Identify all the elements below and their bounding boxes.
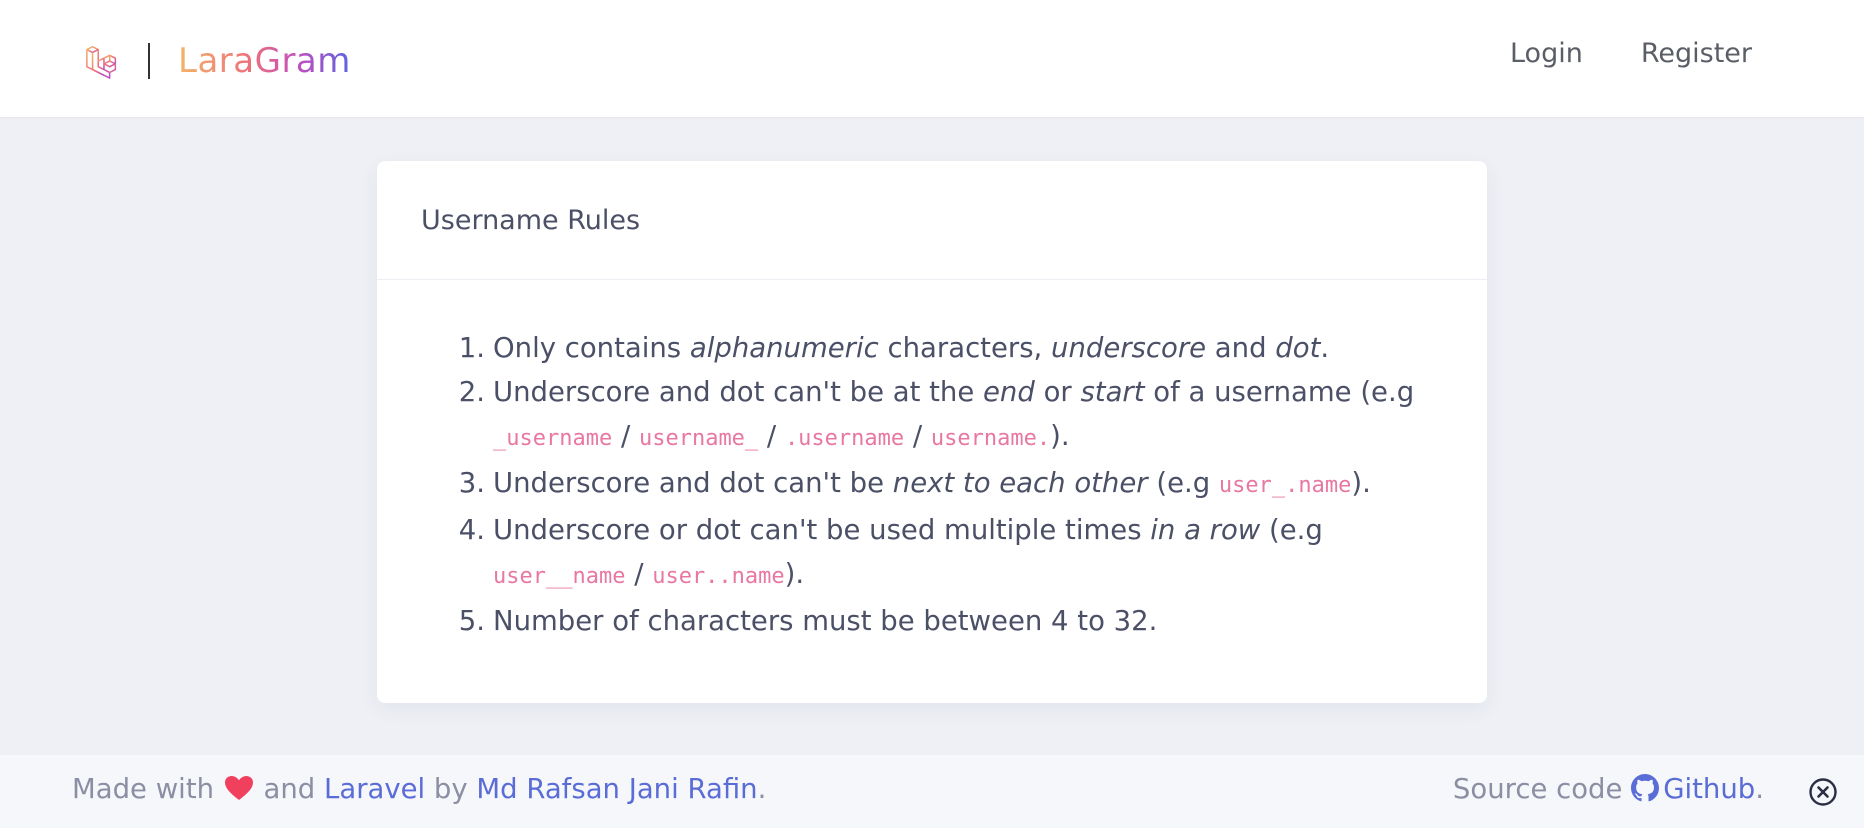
footer-text: . — [1755, 773, 1764, 805]
author-link[interactable]: Md Rafsan Jani Rafin — [476, 773, 757, 805]
footer-text: and — [254, 773, 325, 805]
rule-text: characters, — [878, 332, 1052, 364]
rule-text: and — [1206, 332, 1276, 364]
rule-item: 4. Underscore or dot can't be used multip… — [459, 508, 1433, 599]
rule-number: 4. — [458, 514, 485, 546]
footer-bar: Made with and Laravel by Md Rafsan Jani … — [0, 755, 1864, 828]
rule-emphasis: underscore — [1051, 332, 1207, 364]
card-header: Username Rules — [377, 161, 1487, 280]
rule-text: (e.g — [1147, 467, 1219, 499]
rule-separator: / — [625, 558, 653, 590]
rule-code-example: username. — [930, 426, 1051, 451]
rule-code-example: user_.name — [1218, 473, 1352, 498]
rule-code-example: _username — [493, 426, 613, 451]
github-link-label: Github — [1663, 773, 1756, 805]
rule-number: 3. — [458, 467, 485, 499]
rule-text: Underscore or dot can't be used multiple… — [493, 514, 1151, 546]
close-circle-icon[interactable] — [1808, 777, 1838, 807]
navbar: LaraGram Login Register — [0, 0, 1864, 117]
username-rules-card: Username Rules 1. Only contains alphanume… — [377, 161, 1487, 703]
rule-text: Number of characters must be between 4 t… — [493, 605, 1158, 637]
card-title: Username Rules — [421, 204, 641, 236]
rule-text: Only contains — [493, 332, 690, 364]
rule-emphasis: in a row — [1150, 514, 1261, 546]
rule-item: 1. Only contains alphanumeric characters,… — [459, 326, 1433, 370]
footer-source: Source code Github. — [1453, 773, 1764, 805]
github-icon — [1631, 774, 1660, 802]
rule-text: or — [1034, 376, 1081, 408]
brand-name: LaraGram — [178, 41, 351, 81]
rule-separator: / — [758, 420, 785, 452]
rule-emphasis: next to each other — [892, 467, 1148, 499]
rule-code-example: user..name — [652, 564, 785, 589]
rule-item: 5. Number of characters must be between 4… — [459, 599, 1433, 643]
rule-separator: / — [904, 420, 931, 452]
register-link[interactable]: Register — [1641, 38, 1752, 69]
nav-links: Login Register — [1510, 38, 1752, 69]
rules-list: 1. Only contains alphanumeric characters,… — [459, 326, 1433, 643]
rule-item: 2. Underscore and dot can't be at the end… — [459, 370, 1433, 461]
footer-text: Made with — [72, 773, 223, 805]
heart-icon — [224, 776, 253, 800]
login-link[interactable]: Login — [1510, 38, 1583, 69]
rule-text: . — [1320, 332, 1330, 364]
rule-text: Underscore and dot can't be — [493, 467, 893, 499]
rule-code-example: .username — [784, 426, 905, 451]
github-link[interactable]: Github — [1631, 773, 1755, 805]
rule-text: ). — [1351, 467, 1371, 499]
rule-emphasis: end — [983, 376, 1035, 408]
footer-text: Source code — [1452, 773, 1632, 805]
rule-number: 1. — [458, 332, 485, 364]
laravel-link[interactable]: Laravel — [324, 773, 425, 805]
footer-text: by — [425, 773, 477, 805]
rule-number: 2. — [458, 376, 485, 408]
rule-emphasis: alphanumeric — [689, 332, 879, 364]
rule-emphasis: dot — [1275, 332, 1321, 364]
rule-item: 3. Underscore and dot can't be next to ea… — [459, 461, 1433, 508]
footer-credits: Made with and Laravel by Md Rafsan Jani … — [72, 773, 766, 805]
footer-text: . — [757, 773, 767, 805]
rule-text: Underscore and dot can't be at the — [493, 376, 984, 408]
rule-text: ). — [784, 558, 805, 590]
rule-text: (e.g — [1260, 514, 1323, 546]
rule-code-example: user__name — [493, 564, 626, 589]
brand-divider — [148, 43, 150, 79]
rule-code-example: username_ — [638, 426, 759, 451]
laravel-logo-icon — [86, 45, 117, 79]
rule-text: of a username (e.g — [1144, 376, 1415, 408]
rule-emphasis: start — [1080, 376, 1145, 408]
brand-link[interactable]: LaraGram — [84, 38, 351, 84]
rule-separator: / — [612, 420, 639, 452]
rule-number: 5. — [458, 605, 485, 637]
rule-text: ). — [1050, 420, 1070, 452]
